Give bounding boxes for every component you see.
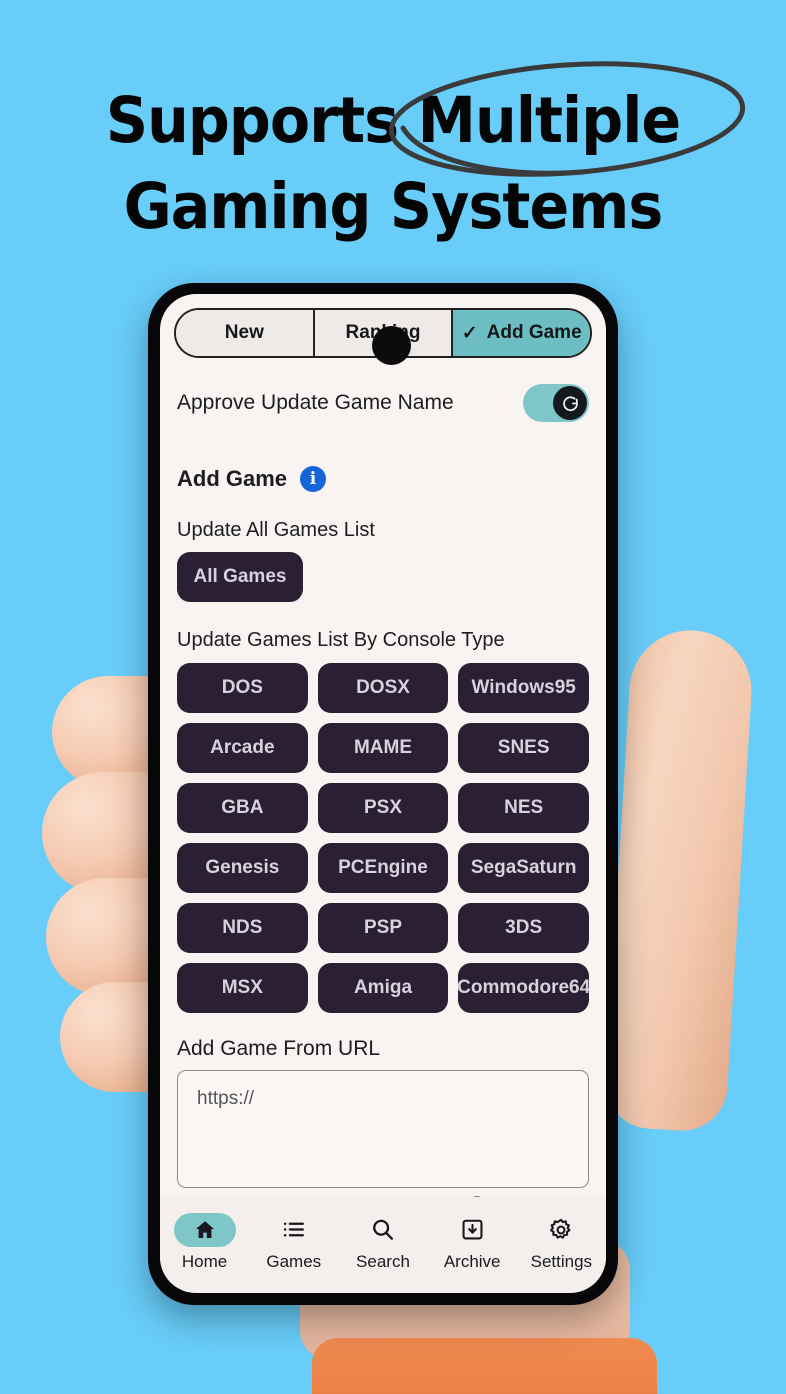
console-button-3ds[interactable]: 3DS <box>458 903 589 953</box>
console-button-windows95[interactable]: Windows95 <box>458 663 589 713</box>
all-games-button[interactable]: All Games <box>177 552 303 602</box>
console-button-arcade[interactable]: Arcade <box>177 723 308 773</box>
console-type-grid: DOS DOSX Windows95 Arcade MAME SNES GBA … <box>177 663 589 1013</box>
camera-punch-hole <box>372 326 411 365</box>
console-button-psx[interactable]: PSX <box>317 783 449 833</box>
console-button-psp[interactable]: PSP <box>317 903 449 953</box>
nav-label-settings: Settings <box>530 1251 593 1271</box>
archive-icon <box>441 1213 503 1247</box>
console-button-mame[interactable]: MAME <box>317 723 449 773</box>
tab-new[interactable]: New <box>176 310 315 356</box>
console-button-commodore64[interactable]: Commodore64 <box>458 963 589 1013</box>
console-button-gba[interactable]: GBA <box>177 783 308 833</box>
nav-label-archive: Archive <box>443 1251 501 1271</box>
approve-update-game-name-row: Approve Update Game Name <box>177 384 589 422</box>
refresh-icon <box>553 386 587 420</box>
phone-screen: New Ranking ✓ Add Game Approve Update Ga… <box>160 294 606 1293</box>
list-icon <box>263 1213 325 1247</box>
nav-label-search: Search <box>356 1251 410 1271</box>
console-button-msx[interactable]: MSX <box>177 963 308 1013</box>
nav-label-games: Games <box>266 1251 322 1271</box>
add-game-section-header: Add Game i <box>177 466 589 492</box>
add-game-content: Add Game i Update All Games List All Gam… <box>160 466 606 1252</box>
home-icon <box>173 1212 236 1247</box>
console-button-nds[interactable]: NDS <box>177 903 308 953</box>
url-input[interactable]: https:// <box>177 1070 589 1188</box>
thumb <box>602 626 756 1134</box>
nav-item-search[interactable]: Search <box>341 1213 425 1272</box>
console-button-nes[interactable]: NES <box>458 783 589 833</box>
approve-toggle[interactable] <box>523 384 589 422</box>
approve-label: Approve Update Game Name <box>177 391 454 414</box>
nav-item-settings[interactable]: Settings <box>519 1213 603 1272</box>
nav-item-home[interactable]: Home <box>163 1212 247 1272</box>
update-by-console-label: Update Games List By Console Type <box>177 629 505 651</box>
console-button-dos[interactable]: DOS <box>177 663 308 713</box>
bottom-navigation-bar: Home Games Search Archive Settings <box>160 1197 606 1293</box>
console-button-segasaturn[interactable]: SegaSaturn <box>458 843 589 893</box>
console-button-dosx[interactable]: DOSX <box>317 663 449 713</box>
tab-new-label: New <box>224 322 264 343</box>
console-button-pcengine[interactable]: PCEngine <box>317 843 449 893</box>
info-icon[interactable]: i <box>300 466 327 492</box>
add-game-from-url-label: Add Game From URL <box>177 1037 381 1060</box>
tab-add-game-label: Add Game <box>486 322 582 343</box>
phone-device: New Ranking ✓ Add Game Approve Update Ga… <box>148 283 618 1305</box>
nav-label-home: Home <box>181 1251 228 1271</box>
check-icon: ✓ <box>461 322 478 344</box>
nav-item-games[interactable]: Games <box>252 1213 336 1272</box>
console-button-snes[interactable]: SNES <box>458 723 589 773</box>
all-games-button-wrap: All Games <box>177 552 589 602</box>
gear-icon <box>530 1213 592 1247</box>
sleeve-cuff <box>312 1338 657 1394</box>
console-button-amiga[interactable]: Amiga <box>317 963 449 1013</box>
console-button-genesis[interactable]: Genesis <box>177 843 308 893</box>
tab-add-game[interactable]: ✓ Add Game <box>453 310 590 356</box>
nav-item-archive[interactable]: Archive <box>430 1213 514 1272</box>
search-icon <box>352 1213 414 1247</box>
page-title: Add Game <box>177 466 288 491</box>
update-all-games-label: Update All Games List <box>177 519 375 541</box>
